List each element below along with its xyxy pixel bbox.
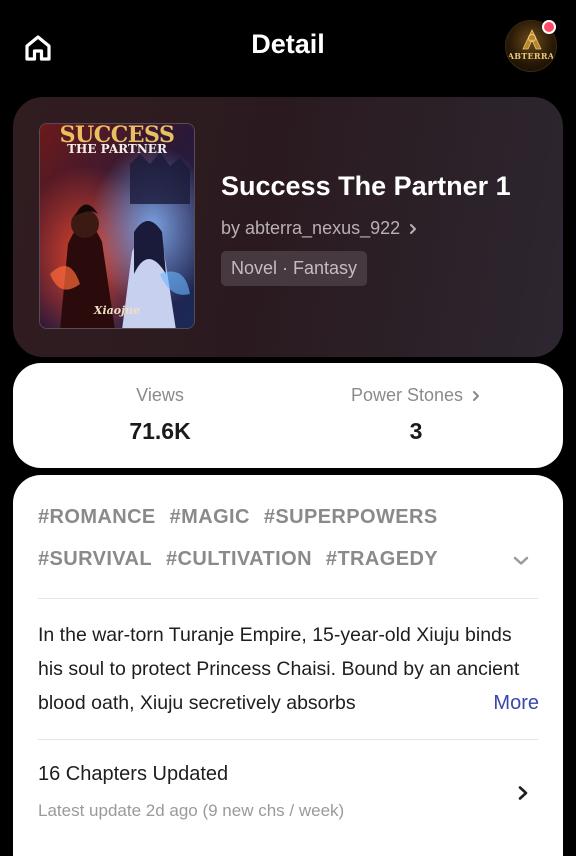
cover-signature: Xiaojue — [93, 304, 141, 317]
chevron-right-icon — [473, 390, 480, 401]
book-card: SUCCESS THE PARTNER Xiaojue Success The … — [13, 97, 563, 357]
info-card: #ROMANCE #MAGIC #SUPERPOWERS #SURVIVAL #… — [13, 475, 563, 856]
more-link[interactable]: More — [487, 686, 539, 720]
genre-tag[interactable]: Novel · Fantasy — [221, 251, 368, 286]
views-value: 71.6K — [129, 418, 191, 444]
logo-mark-icon — [522, 29, 542, 50]
divider — [38, 598, 538, 599]
stats-card: Views 71.6K Power Stones 3 — [13, 363, 563, 468]
power-stones-stat[interactable]: Power Stones 3 — [316, 385, 516, 445]
tag-item[interactable]: #CULTIVATION — [166, 545, 312, 574]
views-label: Views — [136, 385, 184, 405]
tag-list: #ROMANCE #MAGIC #SUPERPOWERS #SURVIVAL #… — [38, 503, 508, 574]
chevron-right-icon — [518, 786, 528, 800]
chapters-row[interactable]: 16 Chapters Updated Latest update 2d ago… — [13, 741, 563, 841]
tag-item[interactable]: #ROMANCE — [38, 503, 156, 532]
power-stones-label-row: Power Stones — [316, 385, 516, 406]
power-stones-label: Power Stones — [350, 385, 464, 405]
tag-item[interactable]: #MAGIC — [170, 503, 250, 532]
cover-title-line2: THE PARTNER — [67, 142, 167, 156]
chapters-chevron — [513, 783, 533, 803]
views-stat: Views 71.6K — [60, 385, 260, 445]
chevron-right-icon — [410, 223, 417, 234]
author-name: by abterra_nexus_922 — [221, 218, 401, 238]
chapters-title: 16 Chapters Updated — [38, 763, 229, 785]
power-stones-value: 3 — [409, 418, 423, 444]
tag-item[interactable]: #TRAGEDY — [326, 545, 438, 574]
book-title: Success The Partner 1 — [221, 171, 511, 201]
notification-dot — [542, 20, 556, 34]
author-link[interactable]: by abterra_nexus_922 — [221, 218, 418, 239]
chevron-down-icon — [513, 556, 529, 565]
divider — [38, 739, 538, 740]
chapters-subtitle: Latest update 2d ago (9 new chs / week) — [38, 801, 345, 820]
avatar-logo-text: ABTERRA — [507, 51, 555, 61]
book-cover[interactable]: SUCCESS THE PARTNER Xiaojue — [39, 123, 195, 329]
tag-item[interactable]: #SUPERPOWERS — [264, 503, 438, 532]
page-title: Detail — [251, 29, 325, 59]
top-bar: Detail ABTERRA — [0, 0, 576, 92]
expand-tags-button[interactable] — [509, 549, 533, 573]
tag-item[interactable]: #SURVIVAL — [38, 545, 152, 574]
